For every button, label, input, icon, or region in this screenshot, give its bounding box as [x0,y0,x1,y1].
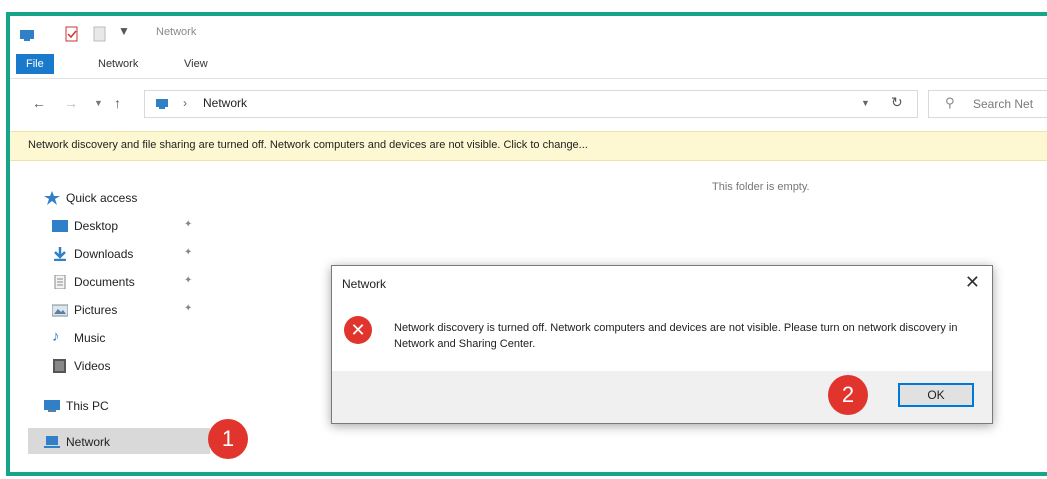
pin-icon[interactable]: ✦ [184,303,192,314]
search-icon: ⚲ [945,95,955,110]
download-icon [54,247,66,261]
music-icon: ♪ [52,328,60,345]
dialog-message: Network discovery is turned off. Network… [394,322,958,350]
star-icon [44,191,60,205]
address-row: ← → ▼ ↑ › Network ▼ ↻ ⚲ Search Net [10,86,1047,122]
step-marker-1: 1 [208,419,248,459]
search-input[interactable]: ⚲ Search Net [928,90,1047,118]
address-dropdown-chevron-icon[interactable]: ▼ [861,98,870,108]
navigation-pane: Quick access Desktop ✦ Downloads ✦ Docum… [10,170,210,470]
videos-icon [53,359,66,373]
cropped-caption [0,0,1047,12]
error-icon: ✕ [344,316,372,344]
close-icon[interactable]: ✕ [965,272,980,293]
step-marker-2: 2 [828,375,868,415]
network-icon [44,436,60,448]
dialog-footer: OK [332,371,992,423]
pin-icon[interactable]: ✦ [184,219,192,230]
address-bar[interactable]: › Network ▼ ↻ [144,90,918,118]
up-arrow-icon[interactable]: ↑ [114,95,121,111]
refresh-icon[interactable]: ↻ [891,94,903,111]
breadcrumb-separator-icon[interactable]: › [183,96,187,110]
pin-icon[interactable]: ✦ [184,247,192,258]
network-discovery-dialog: Network ✕ ✕ Network discovery is turned … [331,265,993,424]
ribbon: File Network View [10,50,1047,79]
new-folder-icon[interactable] [92,26,108,42]
infobar-message: Network discovery and file sharing are t… [28,139,588,151]
network-icon [156,99,168,109]
dialog-title: Network [342,277,387,291]
computer-icon [44,400,60,412]
desktop-icon [52,220,68,232]
tab-network[interactable]: Network [90,54,146,74]
pictures-icon [52,304,68,317]
search-placeholder: Search Net [973,97,1034,111]
tab-view[interactable]: View [176,54,216,74]
customize-toolbar-icon[interactable]: ▼ [118,24,130,38]
tab-file[interactable]: File [16,54,54,74]
network-app-icon [20,30,34,41]
forward-arrow-icon[interactable]: → [64,95,78,111]
address-path: Network [203,96,248,110]
properties-icon[interactable] [64,26,80,42]
ok-button[interactable]: OK [898,383,974,407]
recent-locations-chevron-icon[interactable]: ▼ [94,98,103,108]
window-title: Network [156,26,197,38]
documents-icon [54,275,66,289]
pin-icon[interactable]: ✦ [184,275,192,286]
title-bar: ▼ Network [10,16,1047,50]
network-discovery-infobar[interactable]: Network discovery and file sharing are t… [10,131,1047,161]
back-arrow-icon[interactable]: ← [32,95,46,111]
empty-folder-text: This folder is empty. [712,181,810,193]
